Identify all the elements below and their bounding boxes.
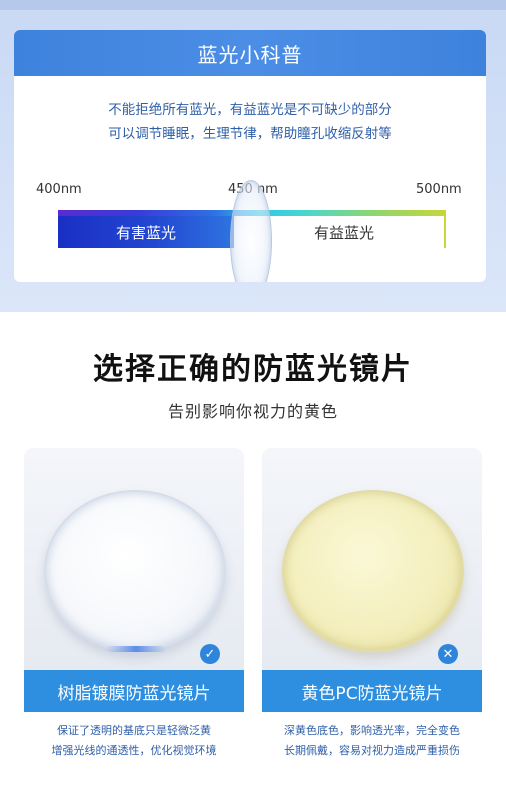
- top-strip: [0, 0, 506, 10]
- description-line-2: 可以调节睡眠，生理节律，帮助瞳孔收缩反射等: [108, 126, 392, 142]
- beneficial-blue-light-label: 有益蓝光: [313, 223, 374, 242]
- product-desc-line-2: 增强光线的通透性，优化视觉环境: [51, 744, 217, 757]
- scale-label-500: 500nm: [416, 182, 462, 197]
- harmful-blue-light-block: 有害蓝光: [58, 216, 234, 248]
- product-card-resin: ✓ 树脂镀膜防蓝光镜片 保证了透明的基底只是轻微泛黄 增强光线的通透性，优化视觉…: [24, 448, 244, 774]
- harmful-blue-light-label: 有害蓝光: [115, 223, 176, 242]
- product-description: 保证了透明的基底只是轻微泛黄 增强光线的通透性，优化视觉环境: [24, 712, 244, 774]
- product-desc-line-1: 保证了透明的基底只是轻微泛黄: [57, 724, 211, 737]
- product-name: 树脂镀膜防蓝光镜片: [24, 670, 244, 712]
- product-image: ✕: [262, 448, 482, 670]
- cross-icon: ✕: [438, 644, 458, 664]
- section-title: 选择正确的防蓝光镜片: [93, 352, 413, 387]
- scale-label-400: 400nm: [36, 182, 82, 197]
- spectrum-end-line: [444, 210, 446, 248]
- description-line-1: 不能拒绝所有蓝光，有益蓝光是不可缺少的部分: [108, 102, 392, 118]
- science-card: 蓝光小科普 不能拒绝所有蓝光，有益蓝光是不可缺少的部分 可以调节睡眠，生理节律，…: [14, 30, 486, 282]
- section-subtitle: 告别影响你视力的黄色: [167, 402, 338, 421]
- product-description: 深黄色底色，影响透光率，完全变色 长期佩戴，容易对视力造成严重损伤: [262, 712, 482, 774]
- blue-light-science-zone: 蓝光小科普 不能拒绝所有蓝光，有益蓝光是不可缺少的部分 可以调节睡眠，生理节律，…: [0, 0, 506, 312]
- clear-lens-icon: [44, 490, 226, 652]
- product-desc-line-2: 长期佩戴，容易对视力造成严重损伤: [284, 744, 460, 757]
- product-name: 黄色PC防蓝光镜片: [262, 670, 482, 712]
- card-title: 蓝光小科普: [197, 42, 303, 67]
- check-icon: ✓: [200, 644, 220, 664]
- product-desc-line-1: 深黄色底色，影响透光率，完全变色: [284, 724, 460, 737]
- yellow-lens-icon: [282, 490, 464, 652]
- product-card-yellow-pc: ✕ 黄色PC防蓝光镜片 深黄色底色，影响透光率，完全变色 长期佩戴，容易对视力造…: [262, 448, 482, 774]
- product-image: ✓: [24, 448, 244, 670]
- card-header: 蓝光小科普: [14, 30, 486, 76]
